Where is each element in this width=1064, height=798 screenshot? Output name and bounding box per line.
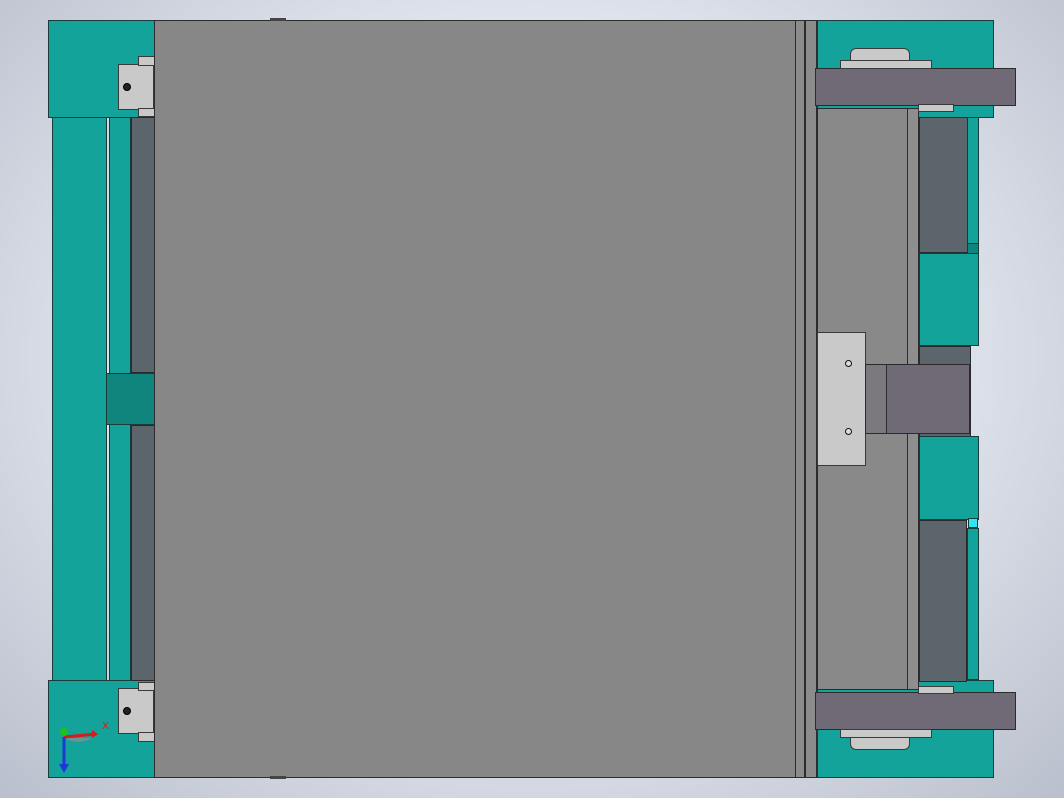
mount-bolt-bottom-icon [845, 428, 852, 435]
right-top-arm-clip [918, 104, 954, 112]
plate-bottom-mark [270, 776, 286, 779]
plate-edge-strip-inner [805, 20, 817, 778]
left-bottom-bolt-icon [123, 707, 131, 715]
left-top-clamp-tab [138, 56, 155, 66]
triad-y-axis-icon [60, 728, 68, 736]
reference-triad[interactable]: X [54, 718, 110, 780]
left-channel-lower [131, 425, 155, 681]
right-lower-marker [968, 518, 978, 528]
plate-top-mark [270, 18, 286, 21]
triad-shadow [64, 738, 92, 742]
triad-x-label: X [102, 721, 109, 732]
right-bottom-arm-clip [918, 686, 954, 694]
triad-x-axis [63, 732, 97, 739]
right-top-arm[interactable] [815, 68, 1016, 106]
left-bottom-clamp-tab-lower [138, 732, 155, 742]
mount-bolt-top-icon [845, 360, 852, 367]
left-bottom-clamp-tab [138, 682, 155, 691]
right-opening-lower [919, 520, 967, 682]
left-outer-rail [52, 117, 107, 681]
mount-hub [865, 364, 887, 434]
center-bracket [886, 364, 970, 434]
left-top-bolt-icon [123, 83, 131, 91]
right-opening-upper [919, 117, 969, 253]
main-plate[interactable] [154, 20, 796, 778]
plate-edge-strip-outer [795, 20, 805, 778]
right-lower-block [919, 436, 979, 520]
left-cross-member [106, 373, 156, 425]
right-upper-block [919, 253, 979, 346]
right-lower-rail [967, 528, 979, 680]
right-bottom-roller-base [840, 729, 932, 738]
left-top-clamp-tab-lower [138, 108, 155, 117]
right-bottom-arm[interactable] [815, 692, 1016, 730]
triad-x-arrow-icon [92, 730, 98, 738]
right-upper-rail [967, 117, 979, 245]
left-channel-upper [131, 117, 155, 373]
right-mount-plate [817, 332, 866, 466]
right-top-roller-base [840, 60, 932, 69]
triad-z-arrow-icon [59, 764, 69, 773]
